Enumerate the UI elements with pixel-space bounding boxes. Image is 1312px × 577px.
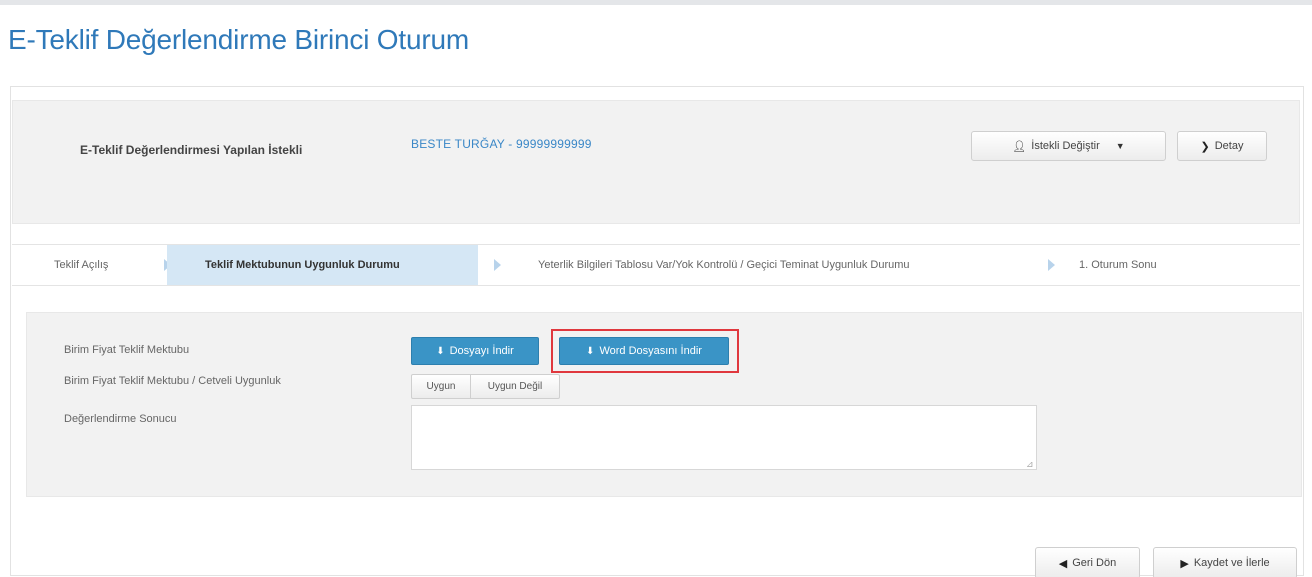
user-icon: 👤︎ [1012,140,1027,153]
download-word-button[interactable]: ⬇ Word Dosyasını İndir [559,337,729,365]
top-strip [0,0,1312,5]
not-compliant-button[interactable]: Uygun Değil [470,374,560,399]
letter-label: Birim Fiyat Teklif Mektubu [64,344,190,356]
save-next-button[interactable]: ▶ Kaydet ve İlerle [1153,547,1297,577]
back-button[interactable]: ◀ Geri Dön [1035,547,1140,577]
chevron-down-icon: ❯ [1200,140,1210,153]
detail-label: Detay [1214,140,1244,152]
step-yeterlik-bilgileri[interactable]: Yeterlik Bilgileri Tablosu Var/Yok Kontr… [538,245,910,285]
page-title: E-Teklif Değerlendirme Birinci Oturum [8,24,469,55]
bidder-label: E-Teklif Değerlendirmesi Yapılan İstekli [80,143,303,157]
wizard-steps-bar: Teklif Açılış Teklif Mektubunun Uygunluk… [12,244,1300,286]
download-icon: ⬇ [586,345,595,357]
step-teklif-mektubu-uygunluk[interactable]: Teklif Mektubunun Uygunluk Durumu [167,245,478,285]
download-file-label: Dosyayı İndir [449,345,514,357]
step-teklif-acilis[interactable]: Teklif Açılış [54,245,108,285]
detail-button[interactable]: ❯ Detay [1177,131,1267,161]
result-textarea[interactable] [411,405,1037,470]
dropdown-caret-icon: ▼ [1115,141,1125,151]
bidder-value: BESTE TURĞAY - 99999999999 [411,137,592,151]
back-icon: ◀ [1058,557,1068,570]
compliant-button[interactable]: Uygun [411,374,471,399]
step-arrow-icon [1048,259,1055,271]
download-icon: ⬇ [436,345,445,357]
change-bidder-button[interactable]: 👤︎ İstekli Değiştir ▼ [971,131,1166,161]
download-word-label: Word Dosyasını İndir [599,345,702,357]
bidder-header-panel [12,100,1300,224]
save-next-label: Kaydet ve İlerle [1193,557,1270,569]
download-file-button[interactable]: ⬇ Dosyayı İndir [411,337,539,365]
change-bidder-label: İstekli Değiştir [1031,140,1100,152]
step-oturum-sonu[interactable]: 1. Oturum Sonu [1079,245,1157,285]
back-label: Geri Dön [1072,557,1117,569]
resize-grip-icon[interactable]: ⊿ [1026,459,1034,470]
compliance-label: Birim Fiyat Teklif Mektubu / Cetveli Uyg… [64,375,281,387]
forward-icon: ▶ [1180,557,1189,570]
step-arrow-icon [494,259,501,271]
result-label: Değerlendirme Sonucu [64,413,177,425]
